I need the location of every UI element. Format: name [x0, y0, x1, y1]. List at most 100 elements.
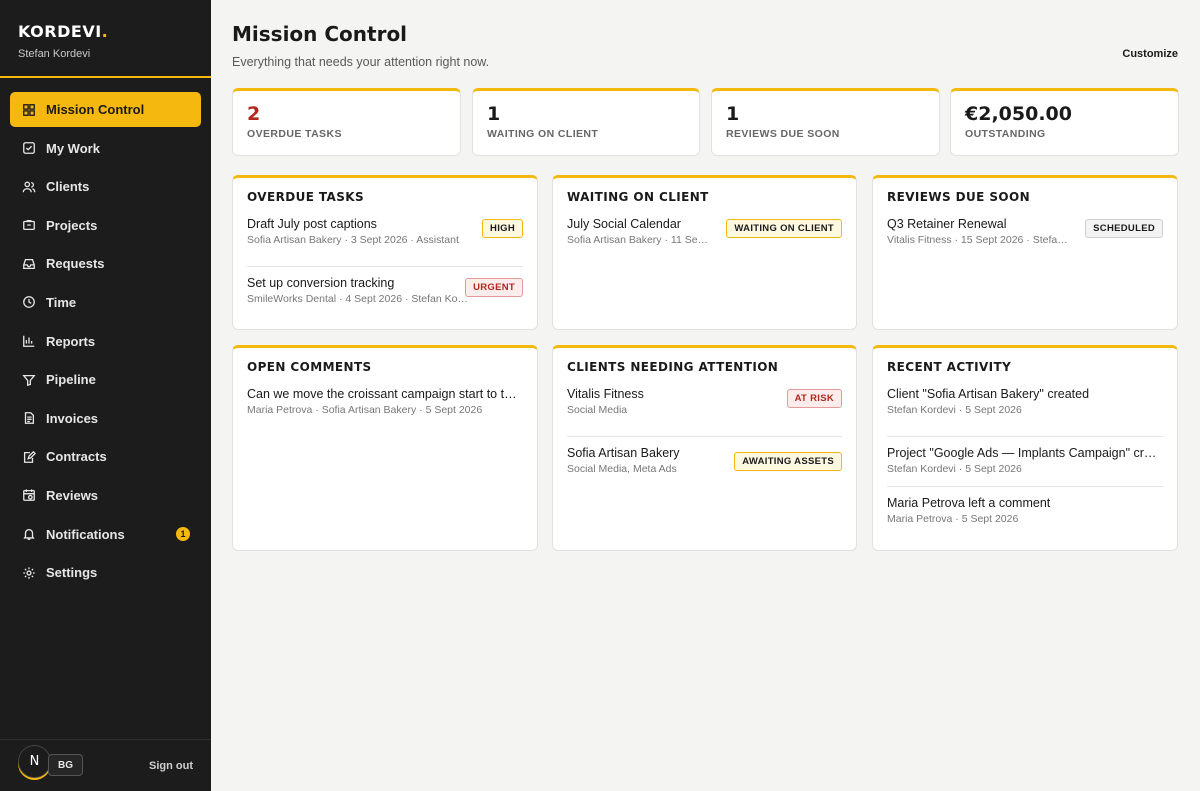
- status-badge: SCHEDULED: [1085, 219, 1163, 238]
- folder-icon: [21, 218, 36, 233]
- page-title: Mission Control: [232, 22, 408, 46]
- list-item[interactable]: Q3 Retainer Renewal Vitalis Fitness · 15…: [887, 217, 1163, 267]
- grid-icon: [21, 102, 36, 117]
- sidebar-item-reviews[interactable]: Reviews: [10, 478, 201, 513]
- stat-label: REVIEWS DUE SOON: [726, 128, 840, 140]
- priority-badge: HIGH: [482, 219, 523, 238]
- panel-waiting-on-client: WAITING ON CLIENT July Social Calendar S…: [552, 175, 857, 330]
- item-title: Client "Sofia Artisan Bakery" created: [887, 387, 1090, 401]
- list-item[interactable]: Can we move the croissant campaign start…: [247, 387, 523, 437]
- bar-chart-icon: [21, 334, 36, 349]
- panel-clients-needing-attention: CLIENTS NEEDING ATTENTION Vitalis Fitnes…: [552, 345, 857, 551]
- brand-logo[interactable]: KORDEVI.: [18, 22, 193, 41]
- stat-value: €2,050.00: [965, 103, 1072, 125]
- sidebar-item-label: Reports: [46, 333, 96, 349]
- contract-icon: [21, 449, 36, 464]
- sidebar-item-label: Settings: [46, 565, 98, 581]
- language-switch-button[interactable]: BG: [48, 754, 83, 776]
- inbox-icon: [21, 256, 36, 271]
- panel-title: CLIENTS NEEDING ATTENTION: [567, 360, 779, 374]
- sign-out-link[interactable]: Sign out: [149, 760, 193, 772]
- sidebar-item-label: Requests: [46, 256, 105, 272]
- stat-card-reviews[interactable]: 1 REVIEWS DUE SOON: [711, 88, 940, 156]
- customize-button[interactable]: Customize: [1122, 48, 1178, 60]
- sidebar-item-label: Contracts: [46, 449, 107, 465]
- list-item[interactable]: July Social Calendar Sofia Artisan Baker…: [567, 217, 842, 267]
- sidebar-item-label: Reviews: [46, 487, 99, 503]
- sidebar-item-pipeline[interactable]: Pipeline: [10, 362, 201, 397]
- stat-label: OUTSTANDING: [965, 128, 1046, 140]
- bell-icon: [21, 527, 36, 542]
- item-meta: Maria Petrova · 5 Sept 2026: [887, 513, 1019, 525]
- stat-label: WAITING ON CLIENT: [487, 128, 599, 140]
- sidebar-footer: N BG Sign out: [0, 739, 211, 791]
- sidebar-item-reports[interactable]: Reports: [10, 324, 201, 359]
- sidebar: KORDEVI. Stefan Kordevi Mission Control …: [0, 0, 211, 791]
- list-item[interactable]: Maria Petrova left a comment Maria Petro…: [887, 487, 1163, 537]
- checkbox-icon: [21, 141, 36, 156]
- panel-title: RECENT ACTIVITY: [887, 360, 1012, 374]
- item-title: Project "Google Ads — Implants Campaign"…: [887, 446, 1163, 460]
- invoice-icon: [21, 411, 36, 426]
- item-meta: Maria Petrova · Sofia Artisan Bakery · 5…: [247, 404, 483, 416]
- sidebar-item-label: Clients: [46, 179, 90, 195]
- users-icon: [21, 179, 36, 194]
- page-subtitle: Everything that needs your attention rig…: [232, 55, 490, 69]
- status-badge: AWAITING ASSETS: [734, 452, 842, 471]
- panel-title: REVIEWS DUE SOON: [887, 190, 1031, 204]
- stat-card-outstanding[interactable]: €2,050.00 OUTSTANDING: [950, 88, 1179, 156]
- sidebar-item-label: Invoices: [46, 410, 99, 426]
- calendar-check-icon: [21, 488, 36, 503]
- brand-header: KORDEVI. Stefan Kordevi: [0, 0, 211, 78]
- list-item[interactable]: Draft July post captions Sofia Artisan B…: [247, 217, 523, 267]
- gear-icon: [21, 565, 36, 580]
- list-item[interactable]: Sofia Artisan Bakery Social Media, Meta …: [567, 437, 842, 487]
- item-title: Draft July post captions: [247, 217, 377, 231]
- item-meta: Vitalis Fitness · 15 Sept 2026 · Stefan …: [887, 234, 1072, 246]
- panel-title: OVERDUE TASKS: [247, 190, 365, 204]
- list-item[interactable]: Set up conversion tracking SmileWorks De…: [247, 267, 523, 317]
- list-item[interactable]: Client "Sofia Artisan Bakery" created St…: [887, 387, 1163, 437]
- sidebar-item-settings[interactable]: Settings: [10, 555, 201, 590]
- item-meta: Social Media: [567, 404, 628, 416]
- sidebar-item-invoices[interactable]: Invoices: [10, 401, 201, 436]
- list-item[interactable]: Project "Google Ads — Implants Campaign"…: [887, 437, 1163, 487]
- panel-overdue-tasks: OVERDUE TASKS Draft July post captions S…: [232, 175, 538, 330]
- item-title: Q3 Retainer Renewal: [887, 217, 1007, 231]
- sidebar-item-clients[interactable]: Clients: [10, 169, 201, 204]
- sidebar-item-label: My Work: [46, 140, 100, 156]
- brand-user-name: Stefan Kordevi: [18, 48, 91, 60]
- stat-label: OVERDUE TASKS: [247, 128, 342, 140]
- item-title: Vitalis Fitness: [567, 387, 644, 401]
- item-meta: Stefan Kordevi · 5 Sept 2026: [887, 404, 1022, 416]
- priority-badge: URGENT: [465, 278, 523, 297]
- sidebar-item-projects[interactable]: Projects: [10, 208, 201, 243]
- stat-card-overdue[interactable]: 2 OVERDUE TASKS: [232, 88, 461, 156]
- sidebar-item-notifications[interactable]: Notifications 1: [10, 517, 201, 552]
- item-meta: Sofia Artisan Bakery · 3 Sept 2026 · Ass…: [247, 234, 459, 246]
- item-title: July Social Calendar: [567, 217, 681, 231]
- notification-count-badge: 1: [176, 526, 190, 541]
- sidebar-item-time[interactable]: Time: [10, 285, 201, 320]
- panel-recent-activity: RECENT ACTIVITY Client "Sofia Artisan Ba…: [872, 345, 1178, 551]
- sidebar-item-label: Projects: [46, 217, 98, 233]
- list-item[interactable]: Vitalis Fitness Social Media AT RISK: [567, 387, 842, 437]
- panel-open-comments: OPEN COMMENTS Can we move the croissant …: [232, 345, 538, 551]
- stat-value: 1: [487, 103, 501, 125]
- sidebar-item-label: Time: [46, 294, 77, 310]
- sidebar-item-my-work[interactable]: My Work: [10, 131, 201, 166]
- sidebar-item-label: Pipeline: [46, 372, 96, 388]
- item-meta: Sofia Artisan Bakery · 11 Sept 2026: [567, 234, 712, 246]
- sidebar-item-label: Mission Control: [46, 102, 145, 117]
- item-meta: SmileWorks Dental · 4 Sept 2026 · Stefan…: [247, 293, 469, 305]
- stat-value: 2: [247, 103, 261, 125]
- status-badge: WAITING ON CLIENT: [726, 219, 842, 238]
- sidebar-item-requests[interactable]: Requests: [10, 246, 201, 281]
- status-badge: AT RISK: [786, 389, 842, 408]
- stat-card-waiting[interactable]: 1 WAITING ON CLIENT: [472, 88, 700, 156]
- main-content: Mission Control Everything that needs yo…: [211, 0, 1200, 791]
- funnel-icon: [21, 372, 36, 387]
- avatar[interactable]: N: [18, 745, 51, 778]
- sidebar-item-contracts[interactable]: Contracts: [10, 439, 201, 474]
- sidebar-item-mission-control[interactable]: Mission Control: [10, 92, 201, 127]
